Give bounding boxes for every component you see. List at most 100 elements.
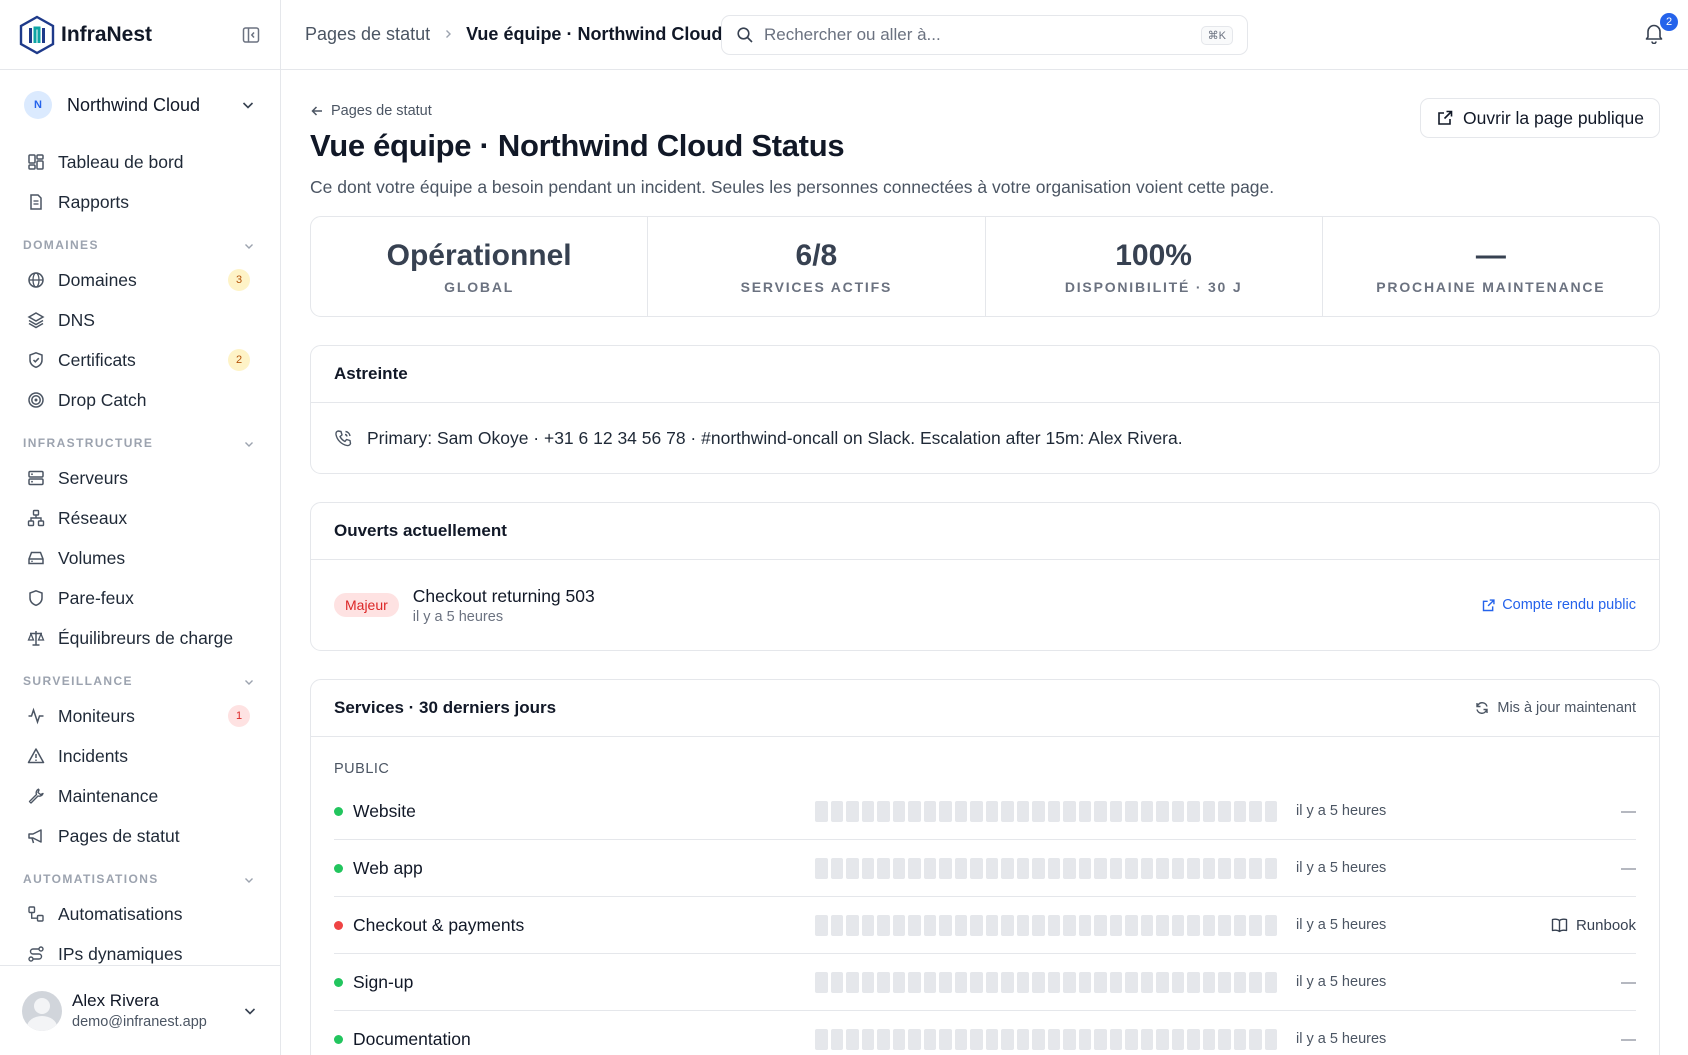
- uptime-day-bar: [1125, 857, 1138, 879]
- org-switcher[interactable]: N Northwind Cloud: [0, 70, 280, 140]
- uptime-day-bar: [1047, 914, 1060, 936]
- uptime-day-bar: [1264, 1028, 1277, 1050]
- section-header-monitoring[interactable]: SURVEILLANCE: [0, 658, 280, 696]
- uptime-day-bar: [1202, 1028, 1215, 1050]
- nav-item-certificates[interactable]: Certificats 2: [0, 340, 280, 380]
- nav-item-label: Certificats: [58, 349, 136, 370]
- service-row[interactable]: Documentation il y a 5 heures —: [334, 1011, 1636, 1055]
- service-row[interactable]: Sign-up il y a 5 heures —: [334, 954, 1636, 1011]
- uptime-day-bar: [970, 914, 983, 936]
- stat-label: PROCHAINE MAINTENANCE: [1376, 278, 1606, 295]
- user-info: Alex Rivera demo@infranest.app: [72, 991, 207, 1030]
- uptime-day-bar: [1032, 857, 1045, 879]
- service-row[interactable]: Web app il y a 5 heures —: [334, 840, 1636, 897]
- breadcrumb-parent[interactable]: Pages de statut: [305, 24, 430, 45]
- uptime-day-bar: [1233, 1028, 1246, 1050]
- uptime-day-bar: [908, 914, 921, 936]
- service-row[interactable]: Checkout & payments il y a 5 heures Runboo…: [334, 897, 1636, 954]
- nav-item-load-balancers[interactable]: Équilibreurs de charge: [0, 618, 280, 658]
- uptime-day-bar: [892, 914, 905, 936]
- status-dot: [334, 977, 343, 987]
- chevron-down-icon: [245, 878, 253, 883]
- nav-item-domains[interactable]: Domaines 3: [0, 260, 280, 300]
- section-header-domains[interactable]: DOMAINES: [0, 222, 280, 260]
- uptime-day-bar: [861, 857, 874, 879]
- user-menu[interactable]: Alex Rivera demo@infranest.app: [0, 965, 280, 1055]
- route-icon: [26, 944, 46, 964]
- uptime-day-bar: [877, 971, 890, 993]
- uptime-day-bar: [1140, 1028, 1153, 1050]
- incident-row[interactable]: Majeur Checkout returning 503 il y a 5 h…: [311, 560, 1659, 650]
- collapse-sidebar-icon[interactable]: [240, 24, 262, 46]
- book-open-icon: [1551, 917, 1568, 933]
- uptime-day-bar: [1218, 914, 1231, 936]
- uptime-day-bar: [923, 1028, 936, 1050]
- uptime-day-bar: [970, 1028, 983, 1050]
- section-title: DOMAINES: [23, 238, 99, 252]
- uptime-day-bar: [877, 1028, 890, 1050]
- nav-item-maintenance[interactable]: Maintenance: [0, 776, 280, 816]
- nav-item-drop-catch[interactable]: Drop Catch: [0, 380, 280, 420]
- nav-item-firewalls[interactable]: Pare-feux: [0, 578, 280, 618]
- open-public-page-button[interactable]: Ouvrir la page publique: [1420, 98, 1660, 138]
- notifications-button[interactable]: 2: [1644, 13, 1678, 46]
- uptime-day-bar: [1264, 800, 1277, 822]
- nav-item-servers[interactable]: Serveurs: [0, 458, 280, 498]
- uptime-day-bar: [908, 857, 921, 879]
- oncall-body: Primary: Sam Okoye · +31 6 12 34 56 78 ·…: [311, 403, 1659, 473]
- uptime-day-bar: [877, 857, 890, 879]
- uptime-day-bar: [1001, 1028, 1014, 1050]
- uptime-day-bar: [1202, 971, 1215, 993]
- uptime-day-bar: [985, 857, 998, 879]
- service-group-label: PUBLIC: [334, 761, 390, 777]
- open-public-page-label: Ouvrir la page publique: [1463, 107, 1644, 128]
- nav-item-dns[interactable]: DNS: [0, 300, 280, 340]
- uptime-day-bar: [830, 800, 843, 822]
- uptime-day-bar: [1109, 971, 1122, 993]
- uptime-day-bar: [1047, 1028, 1060, 1050]
- nav-item-reports[interactable]: Rapports: [0, 182, 280, 222]
- brand: InfraNest: [0, 0, 280, 70]
- nav-item-label: Maintenance: [58, 785, 159, 806]
- public-report-link[interactable]: Compte rendu public: [1481, 597, 1636, 613]
- nav-item-status-pages[interactable]: Pages de statut: [0, 816, 280, 856]
- nav-item-volumes[interactable]: Volumes: [0, 538, 280, 578]
- refresh-button[interactable]: Mis à jour maintenant: [1475, 700, 1636, 716]
- nav-item-monitors[interactable]: Moniteurs 1: [0, 696, 280, 736]
- uptime-day-bar: [1032, 971, 1045, 993]
- uptime-day-bar: [1047, 800, 1060, 822]
- section-header-infrastructure[interactable]: INFRASTRUCTURE: [0, 420, 280, 458]
- stat-value: 6/8: [795, 238, 838, 272]
- oncall-card: Astreinte Primary: Sam Okoye · +31 6 12 …: [310, 345, 1660, 474]
- workflow-icon: [26, 904, 46, 924]
- search-input[interactable]: Rechercher ou aller à... ⌘K: [721, 15, 1248, 55]
- infranest-logo-icon: [19, 15, 55, 54]
- uptime-day-bar: [830, 971, 843, 993]
- uptime-day-bar: [1078, 800, 1091, 822]
- runbook-button[interactable]: Runbook: [1551, 917, 1636, 934]
- uptime-day-bar: [1094, 914, 1107, 936]
- nav-item-incidents[interactable]: Incidents: [0, 736, 280, 776]
- section-header-automations[interactable]: AUTOMATISATIONS: [0, 856, 280, 894]
- uptime-day-bar: [1001, 971, 1014, 993]
- stat-value: 100%: [1115, 238, 1192, 272]
- uptime-bars: [815, 857, 1277, 879]
- nav-item-dashboard[interactable]: Tableau de bord: [0, 142, 280, 182]
- uptime-day-bar: [1078, 914, 1091, 936]
- service-row[interactable]: Website il y a 5 heures —: [334, 783, 1636, 840]
- uptime-day-bar: [1187, 1028, 1200, 1050]
- uptime-day-bar: [1202, 800, 1215, 822]
- uptime-day-bar: [939, 971, 952, 993]
- uptime-day-bar: [1140, 857, 1153, 879]
- uptime-day-bar: [939, 914, 952, 936]
- back-link-label: Pages de statut: [331, 103, 432, 119]
- uptime-day-bar: [1094, 857, 1107, 879]
- uptime-day-bar: [861, 914, 874, 936]
- nav-item-automations[interactable]: Automatisations: [0, 894, 280, 934]
- uptime-day-bar: [1140, 914, 1153, 936]
- nav-item-networks[interactable]: Réseaux: [0, 498, 280, 538]
- document-icon: [26, 192, 46, 212]
- uptime-day-bar: [861, 1028, 874, 1050]
- refresh-icon: [1475, 701, 1489, 715]
- shield-check-icon: [26, 350, 46, 370]
